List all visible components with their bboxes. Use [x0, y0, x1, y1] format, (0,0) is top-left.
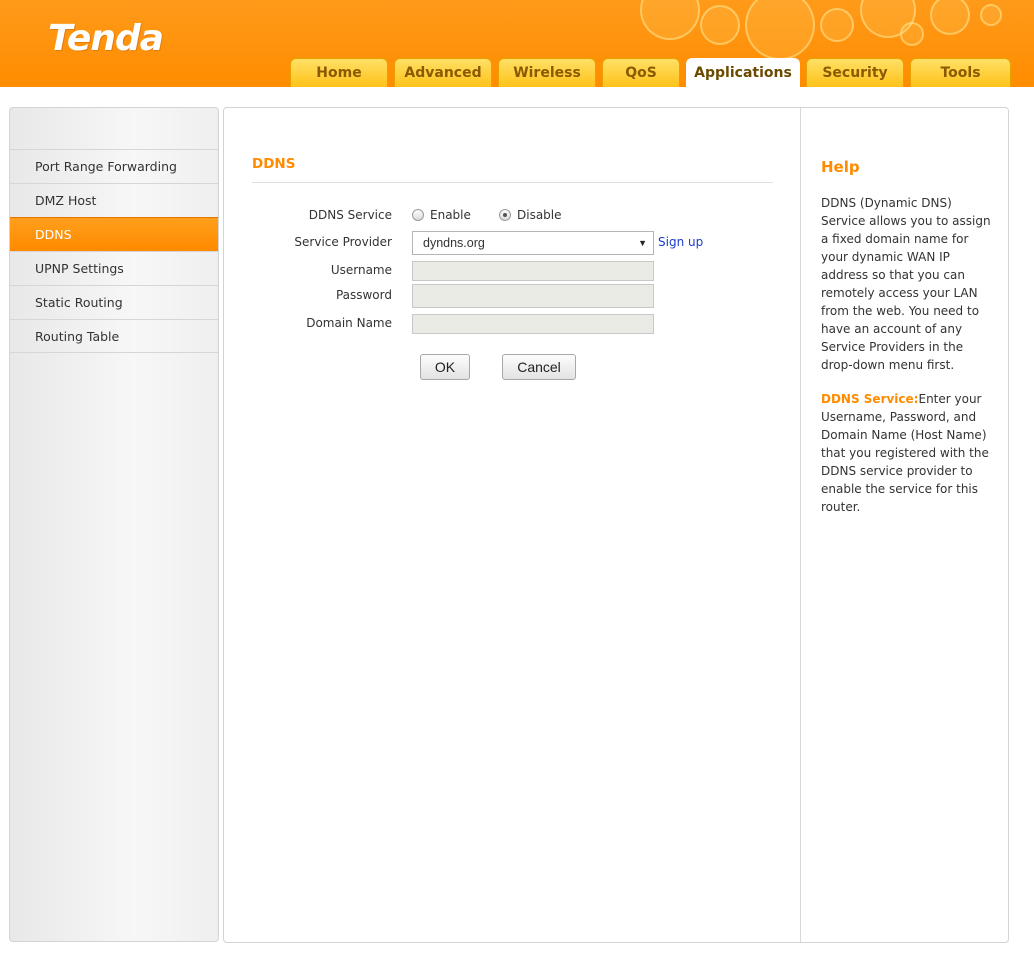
- password-label: Password: [335, 288, 392, 302]
- service-provider-value: dyndns.org: [423, 236, 485, 250]
- ok-button[interactable]: OK: [420, 354, 470, 380]
- tab-security[interactable]: Security: [806, 58, 904, 87]
- domain-name-field[interactable]: [412, 314, 654, 334]
- domain-name-label: Domain Name: [306, 316, 392, 330]
- cancel-button[interactable]: Cancel: [502, 354, 576, 380]
- header-banner: Tenda Home Advanced Wireless QoS Applica…: [0, 0, 1034, 87]
- tenda-logo: Tenda: [48, 18, 164, 59]
- username-field[interactable]: [412, 261, 654, 281]
- sign-up-link[interactable]: Sign up: [658, 235, 703, 249]
- disable-label: Disable: [517, 208, 562, 222]
- username-label: Username: [330, 263, 392, 277]
- bubble-decoration: [820, 8, 854, 42]
- sidebar-item-upnp-settings[interactable]: UPNP Settings: [10, 251, 218, 285]
- sidebar-item-ddns[interactable]: DDNS: [10, 217, 218, 251]
- sidebar: Port Range Forwarding DMZ Host DDNS UPNP…: [9, 107, 219, 942]
- tab-home[interactable]: Home: [290, 58, 388, 87]
- bubble-decoration: [745, 0, 815, 60]
- sidebar-item-dmz-host[interactable]: DMZ Host: [10, 183, 218, 217]
- tab-tools[interactable]: Tools: [910, 58, 1011, 87]
- main-nav-tabs: Home Advanced Wireless QoS Applications …: [290, 58, 1017, 87]
- help-ddns-service-key: DDNS Service:: [821, 392, 919, 406]
- sidebar-menu: Port Range Forwarding DMZ Host DDNS UPNP…: [10, 149, 218, 353]
- section-divider: [252, 182, 773, 183]
- help-paragraph-ddns-service: DDNS Service:Enter your Username, Passwo…: [821, 390, 991, 516]
- ddns-enable-radio[interactable]: Enable: [412, 208, 471, 222]
- tab-wireless[interactable]: Wireless: [498, 58, 596, 87]
- sidebar-item-routing-table[interactable]: Routing Table: [10, 319, 218, 353]
- password-field[interactable]: [412, 284, 654, 308]
- help-divider: [800, 108, 801, 942]
- dropdown-arrow-icon: ▼: [638, 238, 647, 248]
- tab-qos[interactable]: QoS: [602, 58, 680, 87]
- main-panel: DDNS DDNS Service Enable Disable Service…: [223, 107, 1009, 943]
- service-provider-label: Service Provider: [294, 235, 392, 249]
- help-ddns-service-text: Enter your Username, Password, and Domai…: [821, 392, 989, 514]
- tab-applications[interactable]: Applications: [686, 58, 800, 87]
- bubble-decoration: [980, 4, 1002, 26]
- radio-on-icon: [499, 209, 511, 221]
- tab-advanced[interactable]: Advanced: [394, 58, 492, 87]
- bubble-decoration: [930, 0, 970, 35]
- ddns-disable-radio[interactable]: Disable: [499, 208, 562, 222]
- ddns-service-label: DDNS Service: [308, 208, 392, 222]
- bubble-decoration: [900, 22, 924, 46]
- help-paragraph-intro: DDNS (Dynamic DNS) Service allows you to…: [821, 196, 991, 372]
- bubble-decoration: [700, 5, 740, 45]
- section-title: DDNS: [252, 156, 296, 172]
- sidebar-item-port-range-forwarding[interactable]: Port Range Forwarding: [10, 149, 218, 183]
- radio-off-icon: [412, 209, 424, 221]
- enable-label: Enable: [430, 208, 471, 222]
- bubble-decoration: [640, 0, 700, 40]
- sidebar-item-static-routing[interactable]: Static Routing: [10, 285, 218, 319]
- service-provider-select[interactable]: dyndns.org ▼: [412, 231, 654, 255]
- help-title: Help: [821, 158, 860, 176]
